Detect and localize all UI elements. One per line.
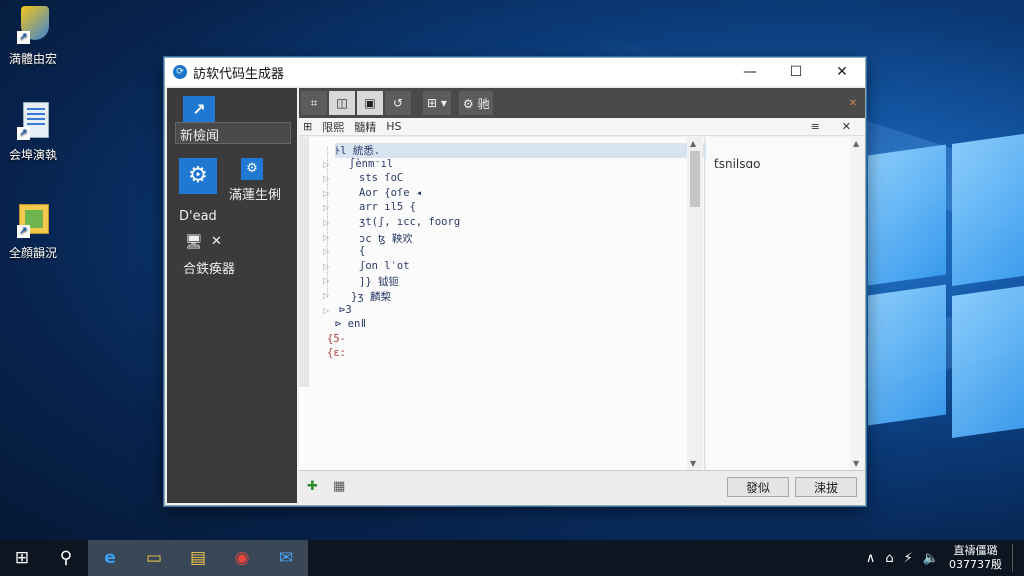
app-logo-icon: ⟳ xyxy=(173,65,187,79)
desktop-icon-label: 全顔韻況 xyxy=(8,246,57,260)
code-editor[interactable]: ﾄl 統悉. ∫ènm⁻ıl ▷ sts ſoC ▷ Aor {oſe ◂ ▷ arr ıl5… xyxy=(299,137,715,470)
fold-arrow-icon[interactable]: ▷ xyxy=(323,276,329,285)
toolbar-button-refresh[interactable]: ↺ xyxy=(385,91,411,115)
desktop-icon-label: 会埠演執 xyxy=(8,148,57,162)
fold-arrow-icon[interactable]: ▷ xyxy=(323,233,329,242)
desktop-icon-2[interactable]: ↗ 会埠演執 xyxy=(4,102,62,163)
right-panel-text: ƭsnilsɑo xyxy=(714,157,761,171)
code-line[interactable]: ∫ènm⁻ıl xyxy=(349,158,393,170)
fold-arrow-icon[interactable]: ▷ xyxy=(323,262,329,271)
sidebar-input[interactable]: 新檢闻 xyxy=(175,122,291,144)
panel-menu-icon[interactable]: ≡ xyxy=(811,120,820,133)
window-title: 訪软代码生成器 xyxy=(193,66,285,82)
scrollbar-thumb[interactable] xyxy=(690,151,700,207)
code-line[interactable]: ⊳3 xyxy=(339,304,352,316)
sidebar-logo-icon[interactable]: ↗ xyxy=(183,96,215,124)
code-line[interactable]: sts ſoC xyxy=(359,172,403,184)
show-hidden-icons-icon[interactable]: ∧ xyxy=(866,551,876,566)
folder-icon[interactable]: ▤ xyxy=(176,540,220,576)
power-icon[interactable]: ⚡ xyxy=(904,551,913,566)
editor-tab-3[interactable]: HS xyxy=(386,120,401,133)
fold-arrow-icon[interactable]: ▷ xyxy=(323,291,329,300)
windows-wallpaper-logo xyxy=(868,131,1024,450)
fold-arrow-icon[interactable]: ▷ xyxy=(323,203,329,212)
code-line[interactable]: Aor {oſe ◂ xyxy=(359,187,422,199)
desktop-icon-1[interactable]: ↗ 満體由宏 xyxy=(4,6,62,67)
fold-arrow-icon[interactable]: ▷ xyxy=(323,189,329,198)
sidebar-close-icon[interactable]: ✕ xyxy=(211,234,222,249)
start-icon[interactable]: ⊞ xyxy=(0,540,44,576)
sidebar-bottom-label[interactable]: 合鉄痪器 xyxy=(183,258,235,277)
computer-icon[interactable]: 🖥 xyxy=(185,234,203,250)
show-desktop-button[interactable] xyxy=(1012,544,1016,572)
add-icon[interactable]: ✚ xyxy=(307,479,318,494)
document-icon: ↗ xyxy=(15,102,51,140)
editor-tab-icon[interactable]: ⊞ xyxy=(303,120,312,133)
maximize-button[interactable]: ☐ xyxy=(773,58,819,86)
app-window: ⟳ 訪软代码生成器 — ☐ ✕ ↗ 新檢闻 ⚙ ⚙ 滿蓮生俐 D'ead 🖥 ✕… xyxy=(164,57,866,506)
minimize-button[interactable]: — xyxy=(727,58,773,86)
gear-icon[interactable]: ⚙ xyxy=(179,158,217,194)
code-line[interactable]: arr ıl5 { xyxy=(359,201,416,213)
code-line[interactable]: }ʒ 麟棃 xyxy=(351,289,391,304)
table-icon[interactable]: ▦ xyxy=(333,479,345,494)
toolbar-button-layout[interactable]: ▣ xyxy=(357,91,383,115)
sidebar-section-label: D'ead xyxy=(179,209,217,224)
editor-tab-1[interactable]: 限熙 xyxy=(322,119,344,135)
code-line[interactable]: { xyxy=(359,245,365,257)
close-button[interactable]: ✕ xyxy=(819,58,865,86)
toolbar-button-settings[interactable]: ⚙ 驰 xyxy=(458,91,494,115)
sidebar: ↗ 新檢闻 ⚙ ⚙ 滿蓮生俐 D'ead 🖥 ✕ 合鉄痪器 xyxy=(167,88,297,503)
toolbar: ⌗ ◫ ▣ ↺ ⊞ ▾ ⚙ 驰 ✕ xyxy=(299,88,865,118)
toolbar-button-grid[interactable]: ⌗ xyxy=(301,91,327,115)
fold-arrow-icon[interactable]: ▷ xyxy=(323,218,329,227)
fold-arrow-icon[interactable]: ▷ xyxy=(323,306,329,315)
cancel-button[interactable]: 涑拔 xyxy=(795,477,857,497)
search-icon[interactable]: ⚲ xyxy=(44,540,88,576)
footer-bar: ✚ ▦ 發似 涑拔 xyxy=(299,470,865,503)
code-line[interactable]: {5- xyxy=(327,333,346,345)
panel-close-icon[interactable]: ✕ xyxy=(842,120,851,133)
editor-scrollbar[interactable]: ▲ ▼ xyxy=(687,137,703,470)
toolbar-button-dropdown[interactable]: ⊞ ▾ xyxy=(423,91,451,115)
shield-app-icon: ↗ xyxy=(15,6,51,44)
editor-tab-2[interactable]: 髓精 xyxy=(354,119,376,135)
code-line[interactable]: ]} 钺钷 xyxy=(359,274,399,289)
editor-gutter xyxy=(299,137,309,387)
mail-icon[interactable]: ✉ xyxy=(264,540,308,576)
volume-icon[interactable]: 🔈 xyxy=(923,551,939,566)
clock[interactable]: 直禱僵璐 037737殷 xyxy=(949,544,1002,572)
code-line[interactable]: ⊳ enǁ xyxy=(335,318,367,330)
title-bar[interactable]: ⟳ 訪软代码生成器 — ☐ ✕ xyxy=(165,58,865,86)
code-line[interactable]: ʒt(ʃ, ıcc, foorg xyxy=(359,216,460,228)
code-line[interactable]: {ɛ: xyxy=(327,347,346,359)
toolbar-button-view[interactable]: ◫ xyxy=(329,91,355,115)
desktop-icon-3[interactable]: ↗ 全顔韻況 xyxy=(4,200,62,261)
code-line[interactable]: ﾄl 統悉. xyxy=(335,143,715,158)
fold-arrow-icon[interactable]: ▷ xyxy=(323,160,329,169)
toolbar-close-icon[interactable]: ✕ xyxy=(849,98,857,109)
system-tray: ∧ ⌂ ⚡ 🔈 直禱僵璐 037737殷 xyxy=(866,540,1016,576)
editor-header: ⊞ 限熙 髓精 HS ≡ ✕ xyxy=(299,118,865,136)
confirm-button[interactable]: 發似 xyxy=(727,477,789,497)
clock-line-2: 037737殷 xyxy=(949,558,1002,571)
network-icon[interactable]: ⌂ xyxy=(885,551,893,566)
folder-icon: ↗ xyxy=(15,200,51,238)
right-panel-scrollbar[interactable]: ▲ ▼ xyxy=(850,137,864,470)
chrome-icon[interactable]: ◉ xyxy=(220,540,264,576)
edge-icon[interactable]: e xyxy=(88,540,132,576)
desktop-icon-label: 満體由宏 xyxy=(8,52,57,66)
file-explorer-icon[interactable]: ▭ xyxy=(132,540,176,576)
right-panel: ƭsnilsɑo ▲ ▼ xyxy=(706,137,864,470)
code-line[interactable]: ʃon lˈot xyxy=(359,260,410,272)
sidebar-item-label[interactable]: 滿蓮生俐 xyxy=(229,184,281,203)
settings-small-icon[interactable]: ⚙ xyxy=(241,158,263,180)
fold-arrow-icon[interactable]: ▷ xyxy=(323,247,329,256)
fold-arrow-icon[interactable]: ▷ xyxy=(323,174,329,183)
clock-line-1: 直禱僵璐 xyxy=(953,544,998,557)
code-line[interactable]: ɔc ꜩ 鞅欢 xyxy=(359,231,413,246)
taskbar: ⊞ ⚲ e ▭ ▤ ◉ ✉ ∧ ⌂ ⚡ 🔈 直禱僵璐 037737殷 xyxy=(0,540,1024,576)
